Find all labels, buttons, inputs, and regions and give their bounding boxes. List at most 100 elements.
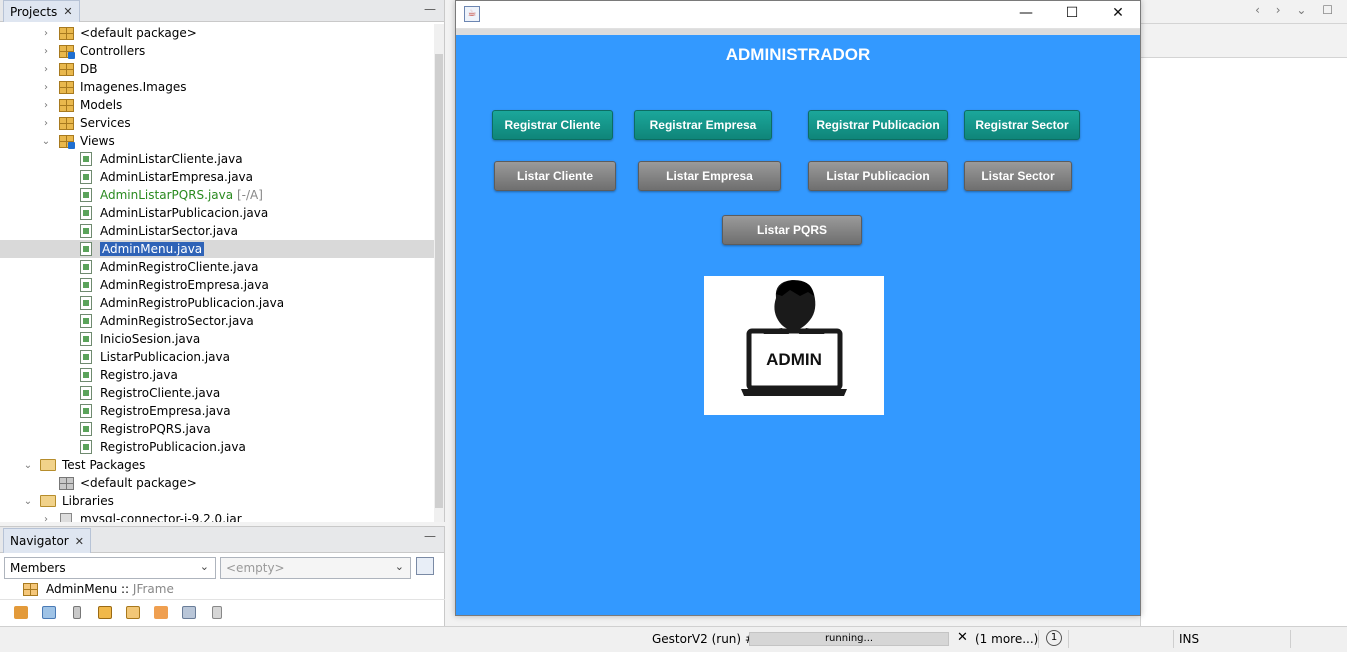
- expand-arrow-icon[interactable]: ›: [41, 82, 51, 93]
- filter-select[interactable]: <empty> ⌄: [220, 557, 411, 579]
- tree-item[interactable]: › DB: [0, 60, 434, 78]
- tree-item[interactable]: › Imagenes.Images: [0, 78, 434, 96]
- expand-arrow-icon[interactable]: ›: [41, 64, 51, 75]
- cancel-task-icon[interactable]: ✕: [957, 630, 968, 645]
- tree-item[interactable]: <default package>: [0, 474, 434, 492]
- tree-item[interactable]: RegistroEmpresa.java: [0, 402, 434, 420]
- tree-item[interactable]: AdminMenu.java: [0, 240, 434, 258]
- tree-item[interactable]: AdminListarSector.java: [0, 222, 434, 240]
- minimize-icon[interactable]: —: [424, 529, 436, 543]
- tree-item-text: AdminMenu.java: [102, 242, 203, 256]
- expand-arrow-icon[interactable]: ›: [41, 46, 51, 57]
- jframe-icon: [22, 582, 38, 596]
- java-file-icon: [78, 350, 94, 364]
- tree-item[interactable]: RegistroCliente.java: [0, 384, 434, 402]
- tree-item[interactable]: AdminListarEmpresa.java: [0, 168, 434, 186]
- project-tree: › <default package> › Controllers › DB › Imagen…: [0, 24, 434, 522]
- tree-item[interactable]: › Services: [0, 114, 434, 132]
- show-inner-classes-icon[interactable]: [122, 603, 144, 623]
- tree-item[interactable]: › Models: [0, 96, 434, 114]
- tree-item[interactable]: ListarPublicacion.java: [0, 348, 434, 366]
- java-file-icon: [78, 296, 94, 310]
- tree-item[interactable]: InicioSesion.java: [0, 330, 434, 348]
- tree-item[interactable]: AdminRegistroCliente.java: [0, 258, 434, 276]
- close-icon[interactable]: ✕: [63, 5, 72, 18]
- tree-item[interactable]: RegistroPublicacion.java: [0, 438, 434, 456]
- navigator-options-icon[interactable]: [416, 557, 434, 575]
- show-non-public-icon[interactable]: [94, 603, 116, 623]
- maximize-window-icon[interactable]: ☐: [1059, 5, 1085, 25]
- tree-item-text: <default package>: [80, 476, 197, 490]
- tree-item[interactable]: AdminRegistroSector.java: [0, 312, 434, 330]
- listar-sector-button[interactable]: Listar Sector: [964, 161, 1072, 191]
- filter-members-icon[interactable]: [150, 603, 172, 623]
- package-icon: [58, 62, 74, 76]
- tree-item-text: Models: [80, 98, 123, 112]
- tree-item[interactable]: › <default package>: [0, 24, 434, 42]
- java-file-icon: [78, 386, 94, 400]
- info-badge-icon: [68, 52, 75, 59]
- show-static-icon[interactable]: [66, 603, 88, 623]
- scrollbar-thumb[interactable]: [435, 54, 443, 508]
- tab-projects[interactable]: Projects ✕: [3, 0, 80, 22]
- expand-arrow-icon[interactable]: ›: [41, 514, 51, 523]
- minimize-window-icon[interactable]: —: [1013, 5, 1039, 25]
- registrar-empresa-button[interactable]: Registrar Empresa: [634, 110, 772, 140]
- sort-by-source-icon[interactable]: [178, 603, 200, 623]
- minimize-icon[interactable]: —: [424, 2, 436, 16]
- tree-item-label: <default package>: [80, 476, 197, 490]
- java-file-icon: [78, 440, 94, 454]
- collapse-arrow-icon[interactable]: ⌄: [23, 460, 33, 471]
- sort-by-name-icon[interactable]: [206, 603, 228, 623]
- close-window-icon[interactable]: ✕: [1105, 5, 1131, 25]
- tree-item[interactable]: Registro.java: [0, 366, 434, 384]
- package-icon: [58, 80, 74, 94]
- members-select[interactable]: Members ⌄: [4, 557, 216, 579]
- tree-item-label: AdminRegistroEmpresa.java: [100, 278, 269, 292]
- collapse-arrow-icon[interactable]: ⌄: [41, 136, 51, 147]
- listar-empresa-button[interactable]: Listar Empresa: [638, 161, 781, 191]
- listar-pqrs-button[interactable]: Listar PQRS: [722, 215, 862, 245]
- tree-item[interactable]: › Controllers: [0, 42, 434, 60]
- run-status-label[interactable]: GestorV2 (run) #2: [652, 632, 763, 646]
- tree-item[interactable]: AdminRegistroEmpresa.java: [0, 276, 434, 294]
- tree-item[interactable]: › mysql-connector-j-9.2.0.jar: [0, 510, 434, 522]
- jar-icon: [58, 512, 74, 522]
- tree-item-label: Test Packages: [62, 458, 145, 472]
- tree-item[interactable]: AdminListarPublicacion.java: [0, 204, 434, 222]
- navigator-root-item[interactable]: AdminMenu :: JFrame: [0, 581, 434, 597]
- java-file-icon: [78, 206, 94, 220]
- registrar-cliente-button[interactable]: Registrar Cliente: [492, 110, 613, 140]
- vertical-scrollbar[interactable]: [434, 24, 444, 522]
- tab-navigator[interactable]: Navigator ✕: [3, 528, 91, 553]
- collapse-arrow-icon[interactable]: ⌄: [23, 496, 33, 507]
- notifications-icon[interactable]: 1: [1046, 630, 1062, 646]
- tree-item[interactable]: AdminListarCliente.java: [0, 150, 434, 168]
- show-fields-icon[interactable]: [38, 603, 60, 623]
- tree-item[interactable]: AdminRegistroPublicacion.java: [0, 294, 434, 312]
- tree-item[interactable]: RegistroPQRS.java: [0, 420, 434, 438]
- tree-item-label: RegistroPQRS.java: [100, 422, 211, 436]
- listar-publicacion-button[interactable]: Listar Publicacion: [808, 161, 948, 191]
- expand-arrow-icon[interactable]: ›: [41, 28, 51, 39]
- tree-item[interactable]: ⌄ Libraries: [0, 492, 434, 510]
- expand-arrow-icon[interactable]: ›: [41, 100, 51, 111]
- tree-item-label: AdminListarSector.java: [100, 224, 238, 238]
- tree-item-text: RegistroCliente.java: [100, 386, 221, 400]
- expand-arrow-icon[interactable]: ›: [41, 118, 51, 129]
- tree-item[interactable]: ⌄ Test Packages: [0, 456, 434, 474]
- registrar-publicacion-button[interactable]: Registrar Publicacion: [808, 110, 948, 140]
- tree-item[interactable]: AdminListarPQRS.java [-/A]: [0, 186, 434, 204]
- package-icon: [58, 26, 74, 40]
- more-tasks-link[interactable]: (1 more...): [975, 632, 1038, 646]
- listar-cliente-button[interactable]: Listar Cliente: [494, 161, 616, 191]
- window-titlebar[interactable]: ☕ — ☐ ✕: [456, 1, 1140, 29]
- editor-nav-icons[interactable]: ‹ › ⌄ ☐: [1255, 3, 1339, 17]
- tree-item-text: InicioSesion.java: [100, 332, 201, 346]
- close-icon[interactable]: ✕: [75, 535, 84, 548]
- show-inherited-icon[interactable]: [10, 603, 32, 623]
- registrar-sector-button[interactable]: Registrar Sector: [964, 110, 1080, 140]
- tree-item-text: AdminRegistroCliente.java: [100, 260, 259, 274]
- navigator-root-name: AdminMenu: [46, 582, 118, 596]
- tree-item[interactable]: ⌄ Views: [0, 132, 434, 150]
